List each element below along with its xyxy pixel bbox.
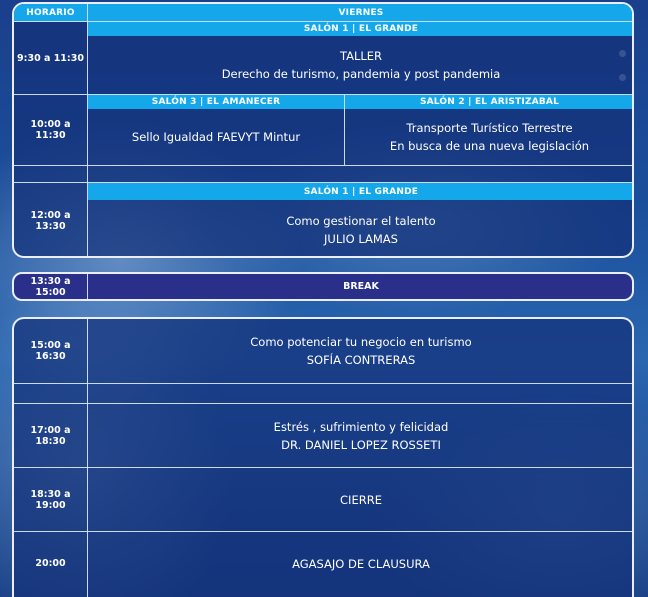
- divider: [87, 4, 88, 256]
- event-agasajo: AGASAJO DE CLAUSURA: [88, 532, 632, 595]
- event-speaker: JULIO LAMAS: [324, 231, 398, 246]
- event-cierre: CIERRE: [88, 468, 632, 531]
- event-title: Sello Igualdad FAEVYT Mintur: [131, 130, 301, 144]
- divider: [14, 165, 632, 166]
- room-header-salon2: SALÓN 2 | EL ARISTIZABAL: [345, 95, 632, 109]
- schedule-panel-afternoon: 15:00 a 16:30 Como potenciar tu negocio …: [12, 317, 634, 597]
- divider: [14, 403, 632, 404]
- event-title: TALLER: [339, 49, 383, 63]
- time-slot: 15:00 a 16:30: [30, 340, 71, 362]
- event-potenciar: Como potenciar tu negocio en turismo SOF…: [88, 319, 632, 383]
- break-row: 13:30 a 15:00 BREAK: [12, 272, 634, 301]
- divider: [14, 383, 632, 384]
- event-subtitle: En busca de una nueva legislación: [389, 139, 590, 153]
- event-transporte: Transporte Turístico Terrestre En busca …: [345, 109, 632, 165]
- time-slot: 9:30 a 11:30: [17, 52, 84, 64]
- time-slot: 13:30 a 15:00: [30, 275, 71, 298]
- event-estres: Estrés , sufrimiento y felicidad DR. DAN…: [88, 404, 632, 467]
- event-title: Transporte Turístico Terrestre: [406, 121, 573, 135]
- time-slot: 10:00 a 11:30: [30, 119, 71, 141]
- event-taller: TALLER Derecho de turismo, pandemia y po…: [88, 36, 632, 94]
- divider: [14, 467, 632, 468]
- event-subtitle: Derecho de turismo, pandemia y post pand…: [221, 67, 501, 81]
- room-header-salon1: SALÓN 1 | EL GRANDE: [88, 22, 632, 36]
- divider: [87, 319, 88, 597]
- divider: [344, 95, 345, 165]
- event-speaker: SOFÍA CONTRERAS: [306, 353, 416, 367]
- spacer-row: [14, 384, 632, 403]
- event-title: Como potenciar tu negocio en turismo: [250, 335, 472, 349]
- break-label: BREAK: [343, 281, 379, 292]
- divider: [14, 531, 632, 532]
- time-slot: 18:30 a 19:00: [30, 488, 71, 511]
- event-title: Como gestionar el talento: [286, 213, 436, 228]
- room-header-salon1: SALÓN 1 | EL GRANDE: [88, 183, 632, 200]
- time-slot: 17:00 a 18:30: [30, 424, 71, 447]
- divider: [14, 94, 632, 95]
- time-slot: 20:00: [35, 558, 66, 569]
- divider: [14, 182, 632, 183]
- event-title: Estrés , sufrimiento y felicidad: [273, 419, 449, 434]
- event-title: CIERRE: [340, 492, 382, 507]
- divider: [14, 21, 632, 22]
- header-horario: HORARIO: [14, 4, 87, 21]
- event-speaker: DR. DANIEL LOPEZ ROSSETI: [281, 437, 441, 452]
- schedule-panel-morning: HORARIO VIERNES SALÓN 1 | EL GRANDE 9:30…: [12, 2, 634, 258]
- header-day: VIERNES: [88, 4, 632, 21]
- room-header-salon3: SALÓN 3 | EL AMANECER: [88, 95, 344, 109]
- spacer-row: [14, 166, 632, 182]
- event-title: AGASAJO DE CLAUSURA: [292, 556, 430, 571]
- event-talento: Como gestionar el talento JULIO LAMAS: [88, 201, 632, 256]
- time-slot: 12:00 a 13:30: [30, 209, 71, 232]
- event-sello-igualdad: Sello Igualdad FAEVYT Mintur: [88, 109, 344, 165]
